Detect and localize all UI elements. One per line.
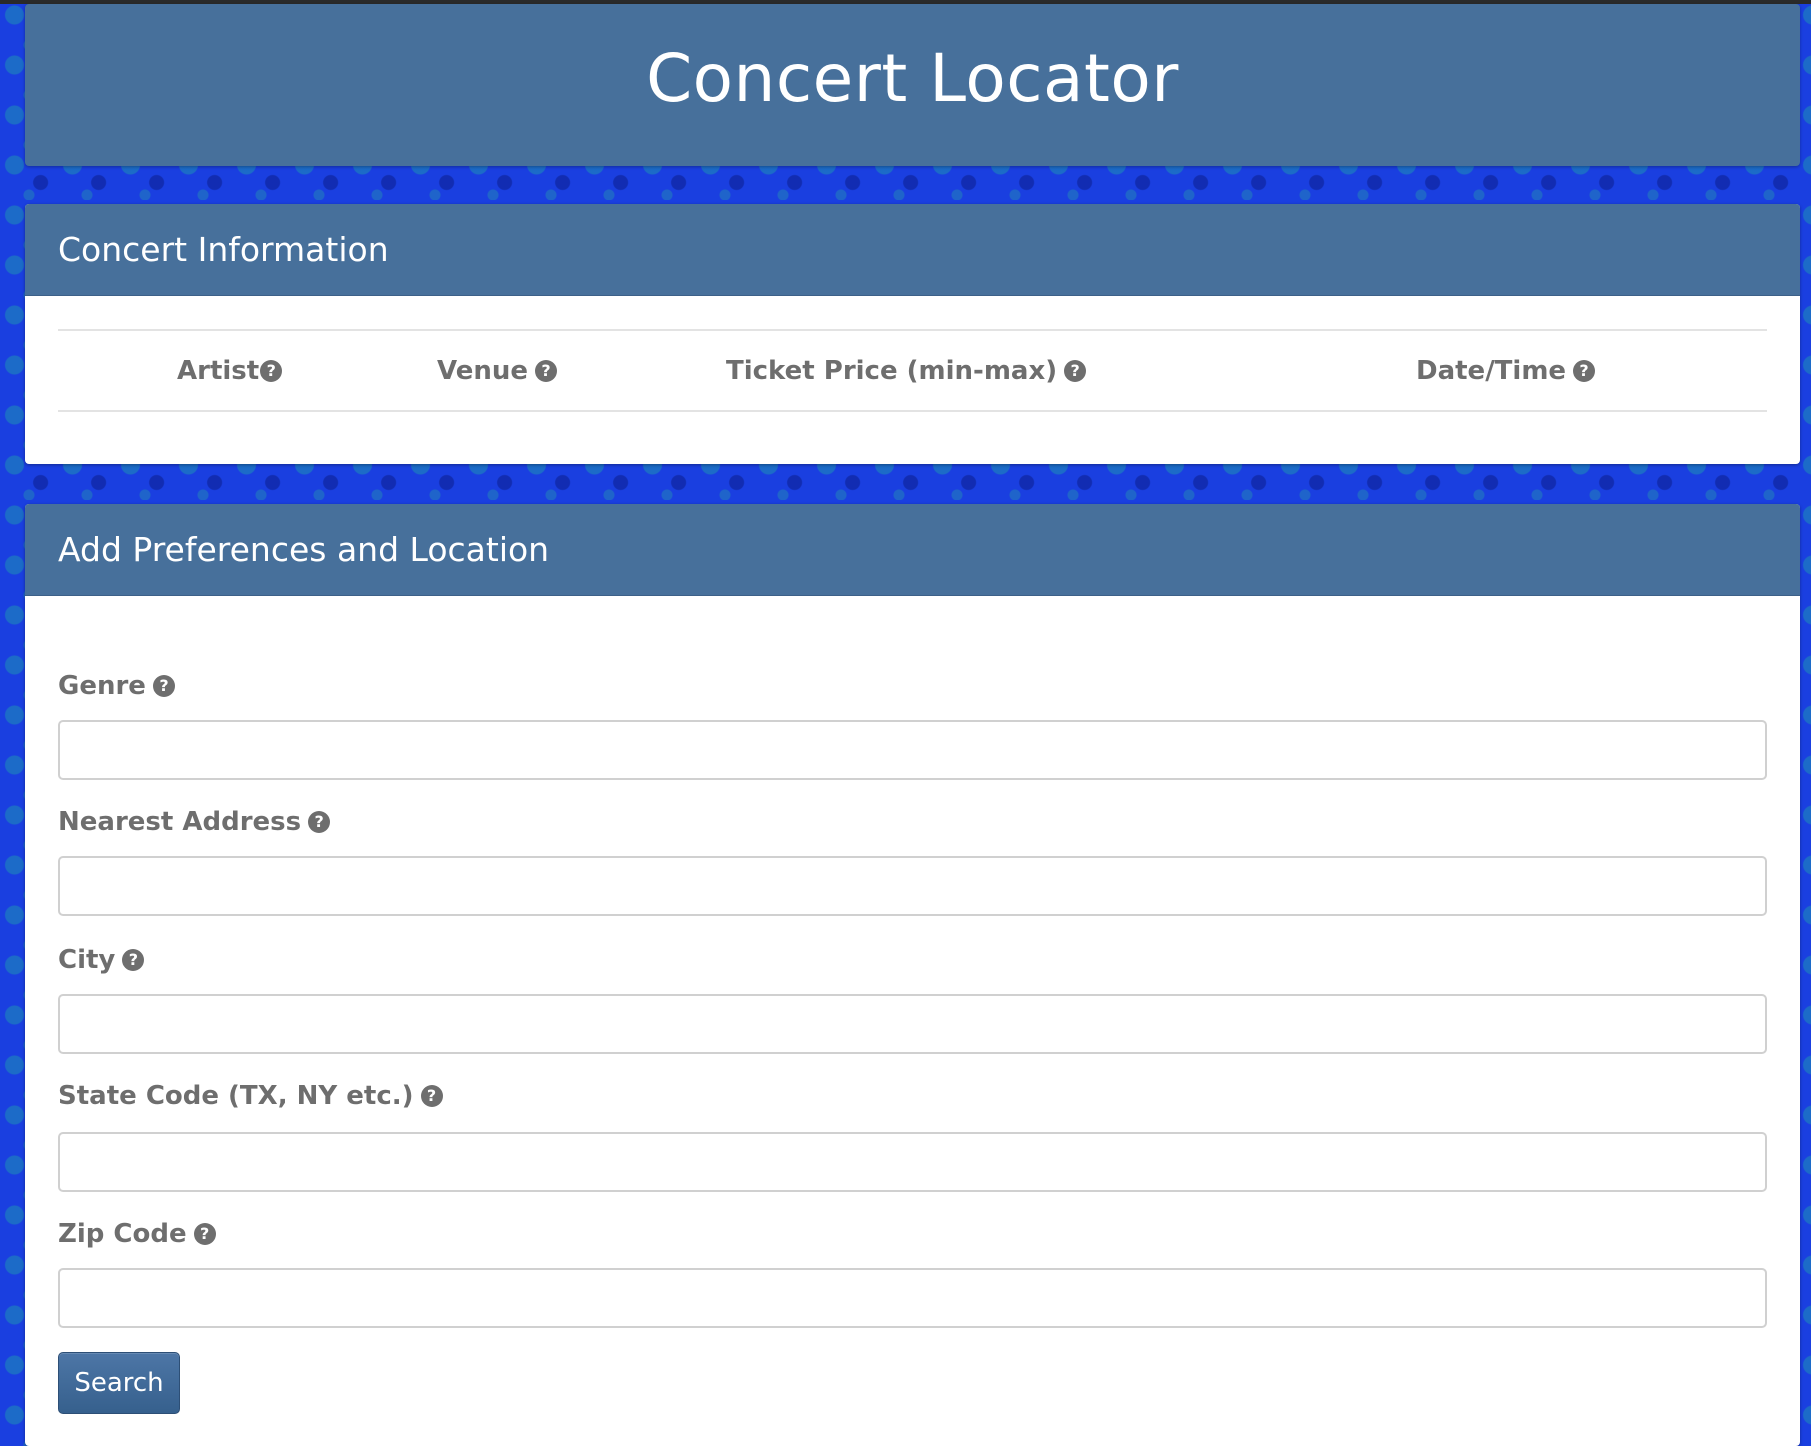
genre-label-text: Genre [58,671,146,701]
column-header-label: Date/Time [1416,355,1567,386]
nearest-address-label-text: Nearest Address [58,807,302,837]
concert-information-heading: Concert Information [25,204,1800,296]
question-circle-icon[interactable]: ? [260,359,283,382]
nearest-address-input[interactable] [58,856,1767,916]
search-button[interactable]: Search [58,1352,180,1414]
question-circle-icon[interactable]: ? [1573,359,1596,382]
zip-code-label: Zip Code ? [58,1216,1767,1252]
zip-code-label-text: Zip Code [58,1219,187,1249]
question-circle-icon[interactable]: ? [1064,359,1087,382]
question-circle-icon[interactable]: ? [152,675,175,697]
column-header-label: Ticket Price (min-max) [726,355,1058,386]
page-header: Concert Locator [25,4,1800,166]
column-header-venue: Venue ? [437,331,557,410]
nearest-address-group: Nearest Address ? [58,804,1767,916]
city-input[interactable] [58,994,1767,1054]
question-circle-icon[interactable]: ? [193,1223,216,1245]
genre-group: Genre ? [58,668,1767,780]
question-circle-icon[interactable]: ? [420,1085,443,1107]
state-code-label: State Code (TX, NY etc.) ? [58,1078,1767,1114]
state-code-input[interactable] [58,1132,1767,1192]
city-label-text: City [58,945,116,975]
page-title: Concert Locator [646,39,1179,117]
question-circle-icon[interactable]: ? [122,949,145,971]
column-header-label: Artist [177,355,260,386]
genre-label: Genre ? [58,668,1767,704]
concert-information-panel: Concert Information Artist ? Venue ? Tic… [25,204,1800,464]
question-circle-icon[interactable]: ? [308,811,331,833]
preferences-heading: Add Preferences and Location [25,504,1800,596]
preferences-panel: Add Preferences and Location Genre ? Nea… [25,504,1800,1446]
column-header-artist: Artist ? [177,331,283,410]
column-header-date-time: Date/Time ? [1416,331,1596,410]
city-group: City ? [58,942,1767,1054]
concert-table: Artist ? Venue ? Ticket Price (min-max) … [58,329,1767,412]
column-header-label: Venue [437,355,528,386]
state-code-group: State Code (TX, NY etc.) ? [58,1078,1767,1192]
genre-input[interactable] [58,720,1767,780]
zip-code-group: Zip Code ? [58,1216,1767,1328]
question-circle-icon[interactable]: ? [535,359,557,382]
zip-code-input[interactable] [58,1268,1767,1328]
nearest-address-label: Nearest Address ? [58,804,1767,840]
city-label: City ? [58,942,1767,978]
column-header-ticket-price: Ticket Price (min-max) ? [726,331,1087,410]
state-code-label-text: State Code (TX, NY etc.) [58,1081,414,1111]
